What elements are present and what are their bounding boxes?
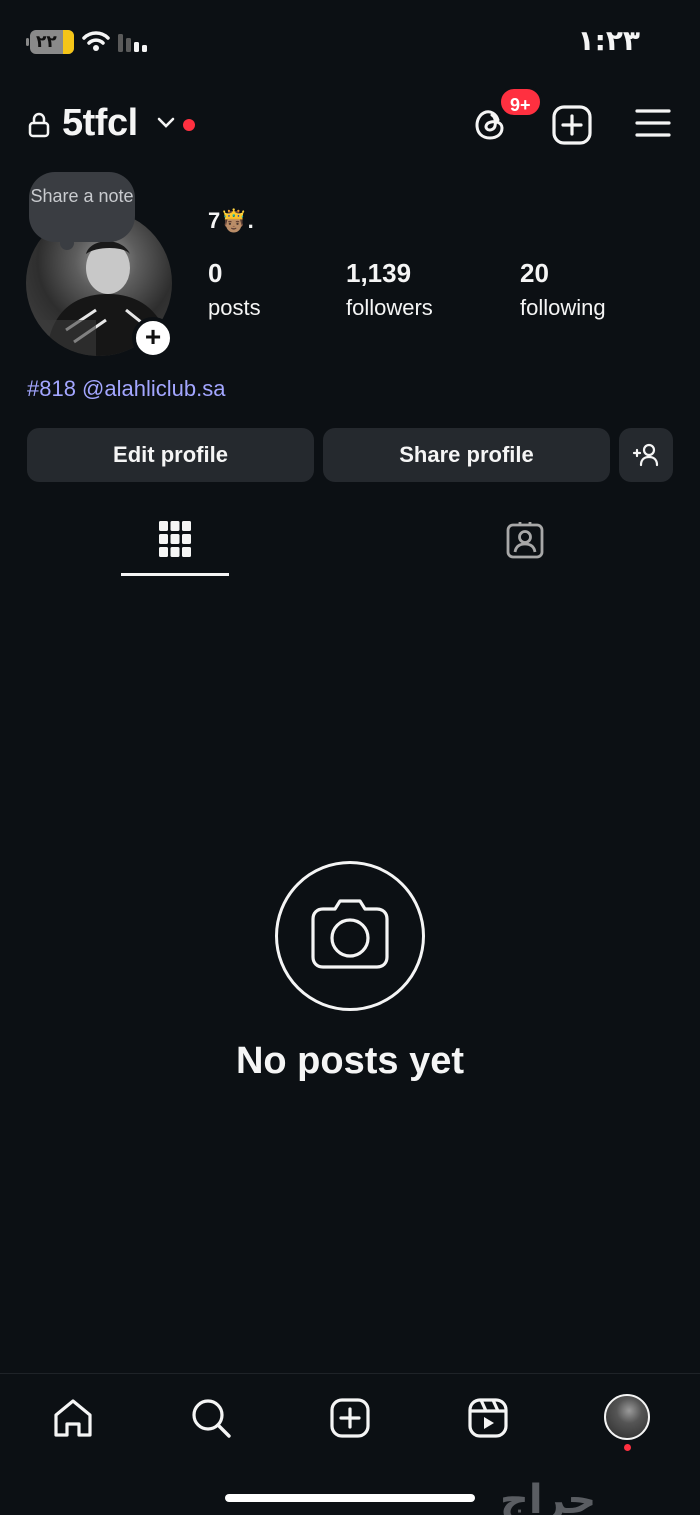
unread-dot [183, 119, 195, 131]
watermark-logo: حراج [500, 1477, 597, 1515]
home-indicator[interactable] [225, 1494, 475, 1502]
following-count: 20 [520, 258, 549, 288]
battery-level: ٢٢ [36, 32, 57, 52]
followers-stat[interactable]: 1,139 followers [346, 258, 433, 321]
display-name: 7🤴🏽. [208, 208, 254, 233]
edit-profile-button[interactable]: Edit profile [27, 428, 314, 482]
active-tab-indicator [121, 573, 229, 576]
add-story-button[interactable]: + [132, 317, 174, 359]
battery-icon: ٢٢ [30, 30, 74, 54]
following-label: following [520, 295, 606, 320]
grid-icon[interactable] [158, 520, 192, 558]
posts-count: 0 [208, 258, 223, 288]
reels-icon[interactable] [466, 1396, 510, 1440]
camera-icon [311, 899, 389, 969]
wifi-icon [82, 31, 110, 51]
bottom-navigation: حراج [0, 1373, 700, 1515]
add-person-icon [632, 443, 659, 467]
following-stat[interactable]: 20 following [520, 258, 606, 321]
followers-count: 1,139 [346, 258, 412, 288]
notification-badge: 9+ [498, 86, 543, 118]
lock-icon [28, 112, 50, 138]
clock: ١:٢٣ [577, 24, 640, 57]
menu-icon[interactable] [634, 106, 672, 140]
home-icon[interactable] [51, 1396, 95, 1440]
posts-stat[interactable]: 0 posts [208, 258, 261, 321]
chevron-down-icon[interactable] [156, 116, 176, 130]
search-icon[interactable] [189, 1396, 233, 1440]
account-switcher[interactable]: 5tfcl [62, 102, 138, 145]
bio-text[interactable]: #818 @alahliclub.sa [27, 376, 225, 402]
followers-label: followers [346, 295, 433, 320]
status-bar: ٢٢ ١:٢٣ [0, 0, 700, 86]
share-note-bubble[interactable]: Share a note [29, 172, 135, 242]
posts-label: posts [208, 295, 261, 320]
empty-state-message: No posts yet [235, 1040, 465, 1082]
camera-circle [275, 861, 425, 1011]
discover-people-button[interactable] [619, 428, 673, 482]
signal-icon [118, 34, 147, 52]
create-icon[interactable] [328, 1396, 372, 1440]
tagged-icon[interactable] [506, 521, 544, 559]
profile-header: 5tfcl 9+ [0, 86, 700, 156]
profile-tab-dot [624, 1444, 631, 1451]
plus-square-icon[interactable] [551, 104, 593, 146]
profile-tab-avatar[interactable] [604, 1394, 650, 1440]
share-profile-button[interactable]: Share profile [323, 428, 610, 482]
